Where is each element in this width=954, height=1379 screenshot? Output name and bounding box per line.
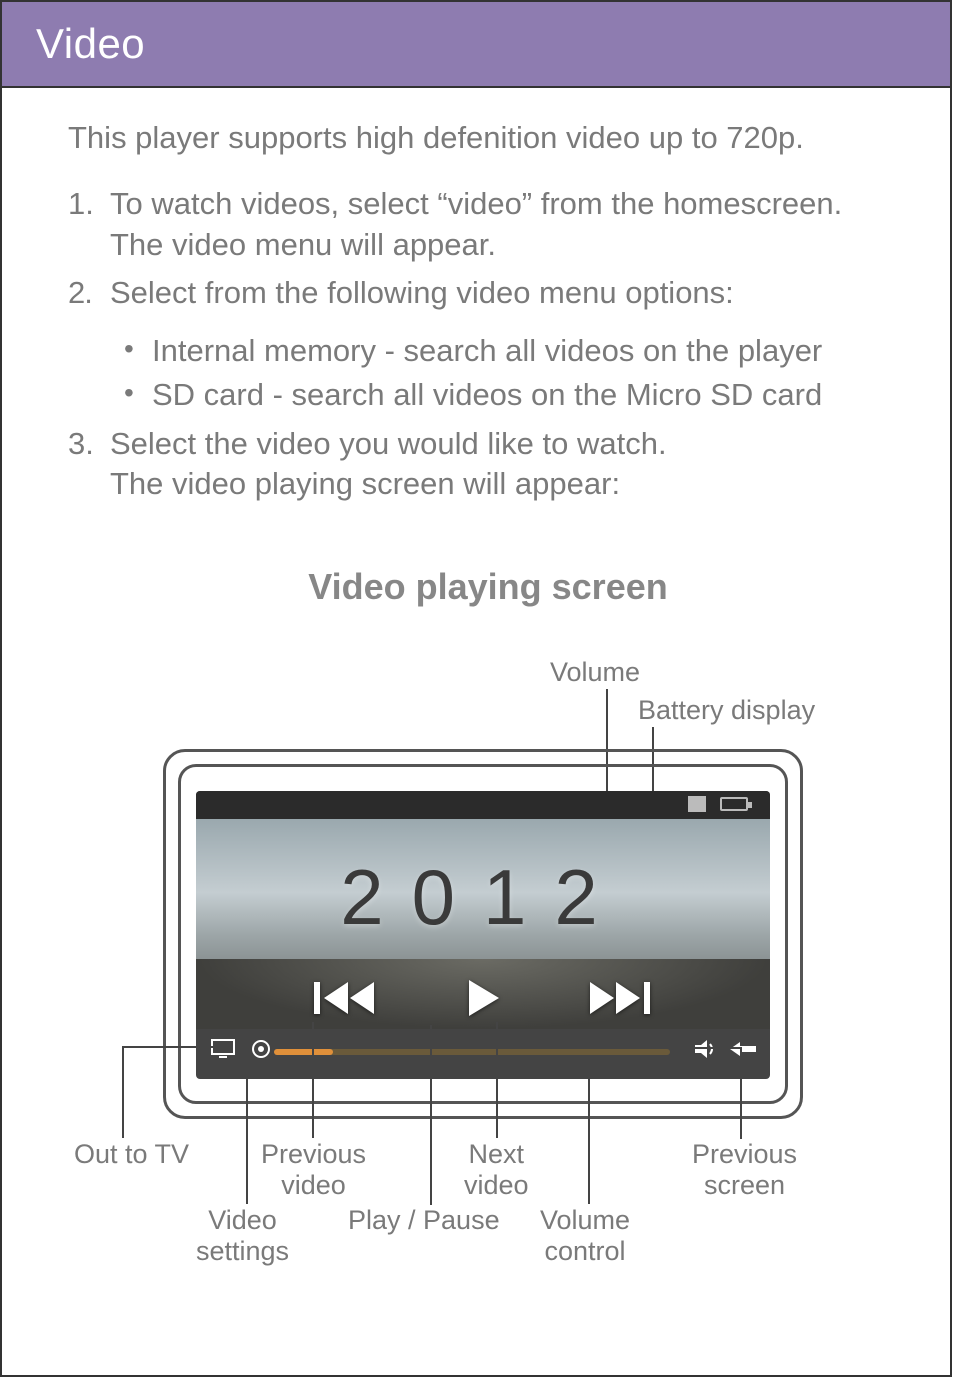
- content-area: This player supports high defenition vid…: [2, 88, 950, 1269]
- header-bar: Video: [2, 2, 950, 88]
- intro-text: This player supports high defenition vid…: [68, 118, 908, 158]
- bullet-dot-icon: •: [124, 331, 152, 371]
- leader-line: [678, 1047, 742, 1049]
- play-icon: [463, 978, 503, 1018]
- label-play-pause: Play / Pause: [348, 1205, 500, 1236]
- bullet-item: • Internal memory - search all videos on…: [124, 331, 908, 371]
- bullet-list: • Internal memory - search all videos on…: [124, 331, 908, 416]
- previous-screen-button[interactable]: [728, 1034, 758, 1064]
- bullet-dot-icon: •: [124, 375, 152, 415]
- battery-icon: [720, 797, 748, 811]
- skip-back-icon: [314, 978, 380, 1018]
- leader-line: [122, 1046, 124, 1138]
- tv-icon: [211, 1039, 235, 1059]
- label-volume: Volume: [550, 657, 640, 688]
- step-1: 1. To watch videos, select “video” from …: [68, 184, 908, 265]
- step-text: Select the video you would like to watch…: [110, 424, 908, 505]
- step-number: 1.: [68, 184, 110, 265]
- playback-controls: [196, 975, 770, 1021]
- bullet-text: Internal memory - search all videos on t…: [152, 331, 822, 371]
- next-video-button[interactable]: [583, 975, 655, 1021]
- bottom-controls: [196, 1019, 770, 1079]
- bullet-item: • SD card - search all videos on the Mic…: [124, 375, 908, 415]
- previous-video-button[interactable]: [311, 975, 383, 1021]
- leader-line: [588, 1062, 590, 1204]
- leader-line: [246, 1062, 248, 1204]
- skip-forward-icon: [586, 978, 652, 1018]
- leader-line: [740, 1047, 742, 1139]
- diagram-title: Video playing screen: [68, 564, 908, 611]
- leader-line: [122, 1046, 216, 1048]
- speaker-icon: [693, 1039, 717, 1059]
- step-number: 3.: [68, 424, 110, 505]
- volume-control-button[interactable]: [690, 1034, 720, 1064]
- label-video-settings: Video settings: [196, 1205, 289, 1267]
- step-text: Select from the following video menu opt…: [110, 273, 908, 313]
- step-text: To watch videos, select “video” from the…: [110, 184, 908, 265]
- video-screen: 2012: [196, 791, 770, 1079]
- back-arrow-icon: [730, 1041, 756, 1057]
- label-battery: Battery display: [638, 695, 815, 726]
- status-bar: [196, 791, 770, 819]
- play-pause-button[interactable]: [447, 975, 519, 1021]
- label-previous-screen: Previous screen: [692, 1139, 797, 1201]
- bullet-text: SD card - search all videos on the Micro…: [152, 375, 822, 415]
- leader-line: [430, 1025, 432, 1205]
- label-volume-control: Volume control: [540, 1205, 630, 1267]
- step-3: 3. Select the video you would like to wa…: [68, 424, 908, 505]
- leader-line: [496, 1022, 498, 1138]
- label-out-to-tv: Out to TV: [74, 1139, 189, 1170]
- out-to-tv-button[interactable]: [208, 1034, 238, 1064]
- video-movie-title: 2012: [340, 847, 626, 948]
- step-2: 2. Select from the following video menu …: [68, 273, 908, 313]
- page: Video This player supports high defeniti…: [0, 0, 952, 1377]
- gear-icon: [250, 1038, 272, 1060]
- video-player-diagram: Volume Battery display 2012: [78, 649, 898, 1269]
- leader-line: [312, 1022, 314, 1138]
- video-settings-button[interactable]: [246, 1034, 276, 1064]
- label-previous-video: Previous video: [261, 1139, 366, 1201]
- step-number: 2.: [68, 273, 110, 313]
- page-title: Video: [36, 20, 145, 68]
- label-next-video: Next video: [464, 1139, 529, 1201]
- volume-icon[interactable]: [688, 796, 706, 812]
